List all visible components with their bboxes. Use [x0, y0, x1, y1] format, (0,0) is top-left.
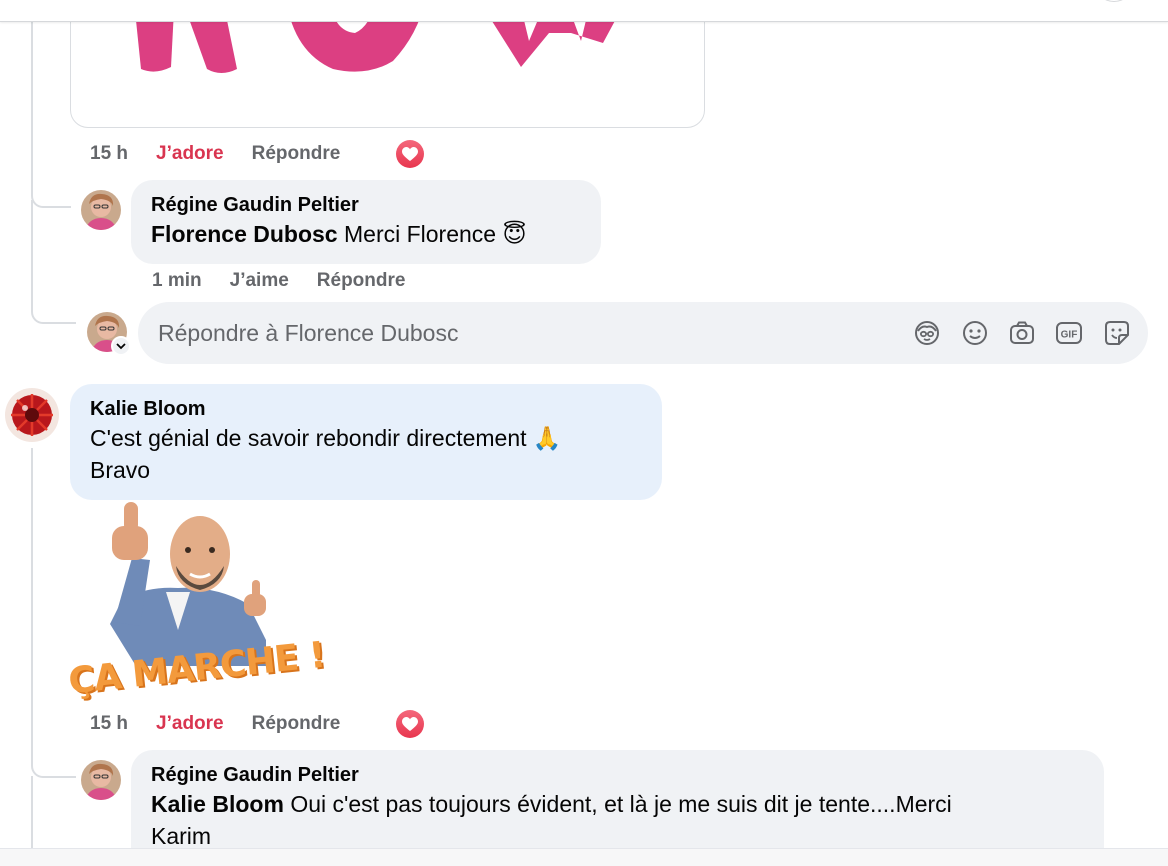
- emoji-halo: 😇: [502, 221, 527, 247]
- comment-time[interactable]: 1 min: [152, 270, 202, 292]
- reply-button[interactable]: Répondre: [252, 143, 341, 165]
- photo-button[interactable]: [1007, 318, 1037, 348]
- comment-actions: 1 min J’aime Répondre: [152, 270, 405, 292]
- heart-icon: [402, 146, 418, 161]
- emoji-button[interactable]: [960, 318, 990, 348]
- love-button[interactable]: J’adore: [156, 713, 224, 735]
- svg-text:GIF: GIF: [1061, 330, 1078, 341]
- comment-body: Merci Florence: [344, 221, 497, 247]
- comment-time[interactable]: 15 h: [90, 143, 128, 165]
- emoji-pray: 🙏: [532, 425, 562, 451]
- reply-input[interactable]: [158, 302, 878, 364]
- reply-button[interactable]: Répondre: [317, 270, 406, 292]
- thread-line-3: [31, 776, 33, 856]
- gif-button[interactable]: GIF: [1054, 318, 1084, 348]
- thread-connector: [31, 740, 76, 778]
- mention-link[interactable]: Florence Dubosc: [151, 221, 338, 247]
- thread-connector: [31, 200, 76, 324]
- comment-body-line1: Oui c'est pas toujours évident, et là je…: [290, 791, 952, 817]
- avatar-sticker-button[interactable]: [912, 318, 942, 348]
- comment-text: Florence Dubosc Merci Florence 😇: [151, 218, 581, 250]
- comment-actions: 15 h J’adore Répondre: [90, 143, 340, 165]
- reaction-badge[interactable]: [394, 138, 426, 170]
- reply-composer: GIF: [138, 302, 1148, 364]
- thread-line-2: [31, 448, 33, 748]
- thread-line-1: [31, 22, 33, 142]
- account-switch-button[interactable]: [111, 336, 131, 356]
- reaction-badge[interactable]: [394, 708, 426, 740]
- comment-author[interactable]: Régine Gaudin Peltier: [151, 762, 1084, 788]
- sticker-button[interactable]: [1102, 318, 1132, 348]
- profile-button-edge[interactable]: [1094, 0, 1134, 2]
- avatar[interactable]: [5, 388, 59, 442]
- comment-text: C'est génial de savoir rebondir directem…: [90, 422, 642, 454]
- gif-icon: GIF: [1056, 322, 1082, 344]
- top-bar: [0, 0, 1168, 22]
- avatar-sticker-icon: [915, 321, 939, 345]
- bottom-edge: [0, 848, 1168, 866]
- comment-bubble: Régine Gaudin Peltier Florence Dubosc Me…: [131, 180, 601, 264]
- comment-body-line1: C'est génial de savoir rebondir directem…: [90, 425, 527, 451]
- love-button[interactable]: J’adore: [156, 143, 224, 165]
- heart-icon: [402, 716, 418, 731]
- comment-text: Kalie Bloom Oui c'est pas toujours évide…: [151, 788, 1084, 820]
- comment-author[interactable]: Régine Gaudin Peltier: [151, 192, 581, 218]
- comment-body-line2: Bravo: [90, 457, 151, 483]
- avatar[interactable]: [81, 190, 121, 230]
- sticker-image[interactable]: ÇA MARCHE !: [66, 500, 327, 704]
- avatar[interactable]: [81, 760, 121, 800]
- reply-button[interactable]: Répondre: [252, 713, 341, 735]
- camera-icon: [1010, 321, 1034, 344]
- chevron-down-icon: [116, 342, 126, 349]
- like-button[interactable]: J’aime: [230, 270, 289, 292]
- comment-time[interactable]: 15 h: [90, 713, 128, 735]
- sticker-icon: [1105, 321, 1129, 345]
- thread-connector: [31, 140, 71, 208]
- comment-author[interactable]: Kalie Bloom: [90, 396, 642, 422]
- mention-link[interactable]: Kalie Bloom: [151, 791, 284, 817]
- comment-actions: 15 h J’adore Répondre: [90, 713, 340, 735]
- comment-bubble: Kalie Bloom C'est génial de savoir rebon…: [70, 384, 662, 500]
- emoji-icon: [963, 321, 987, 345]
